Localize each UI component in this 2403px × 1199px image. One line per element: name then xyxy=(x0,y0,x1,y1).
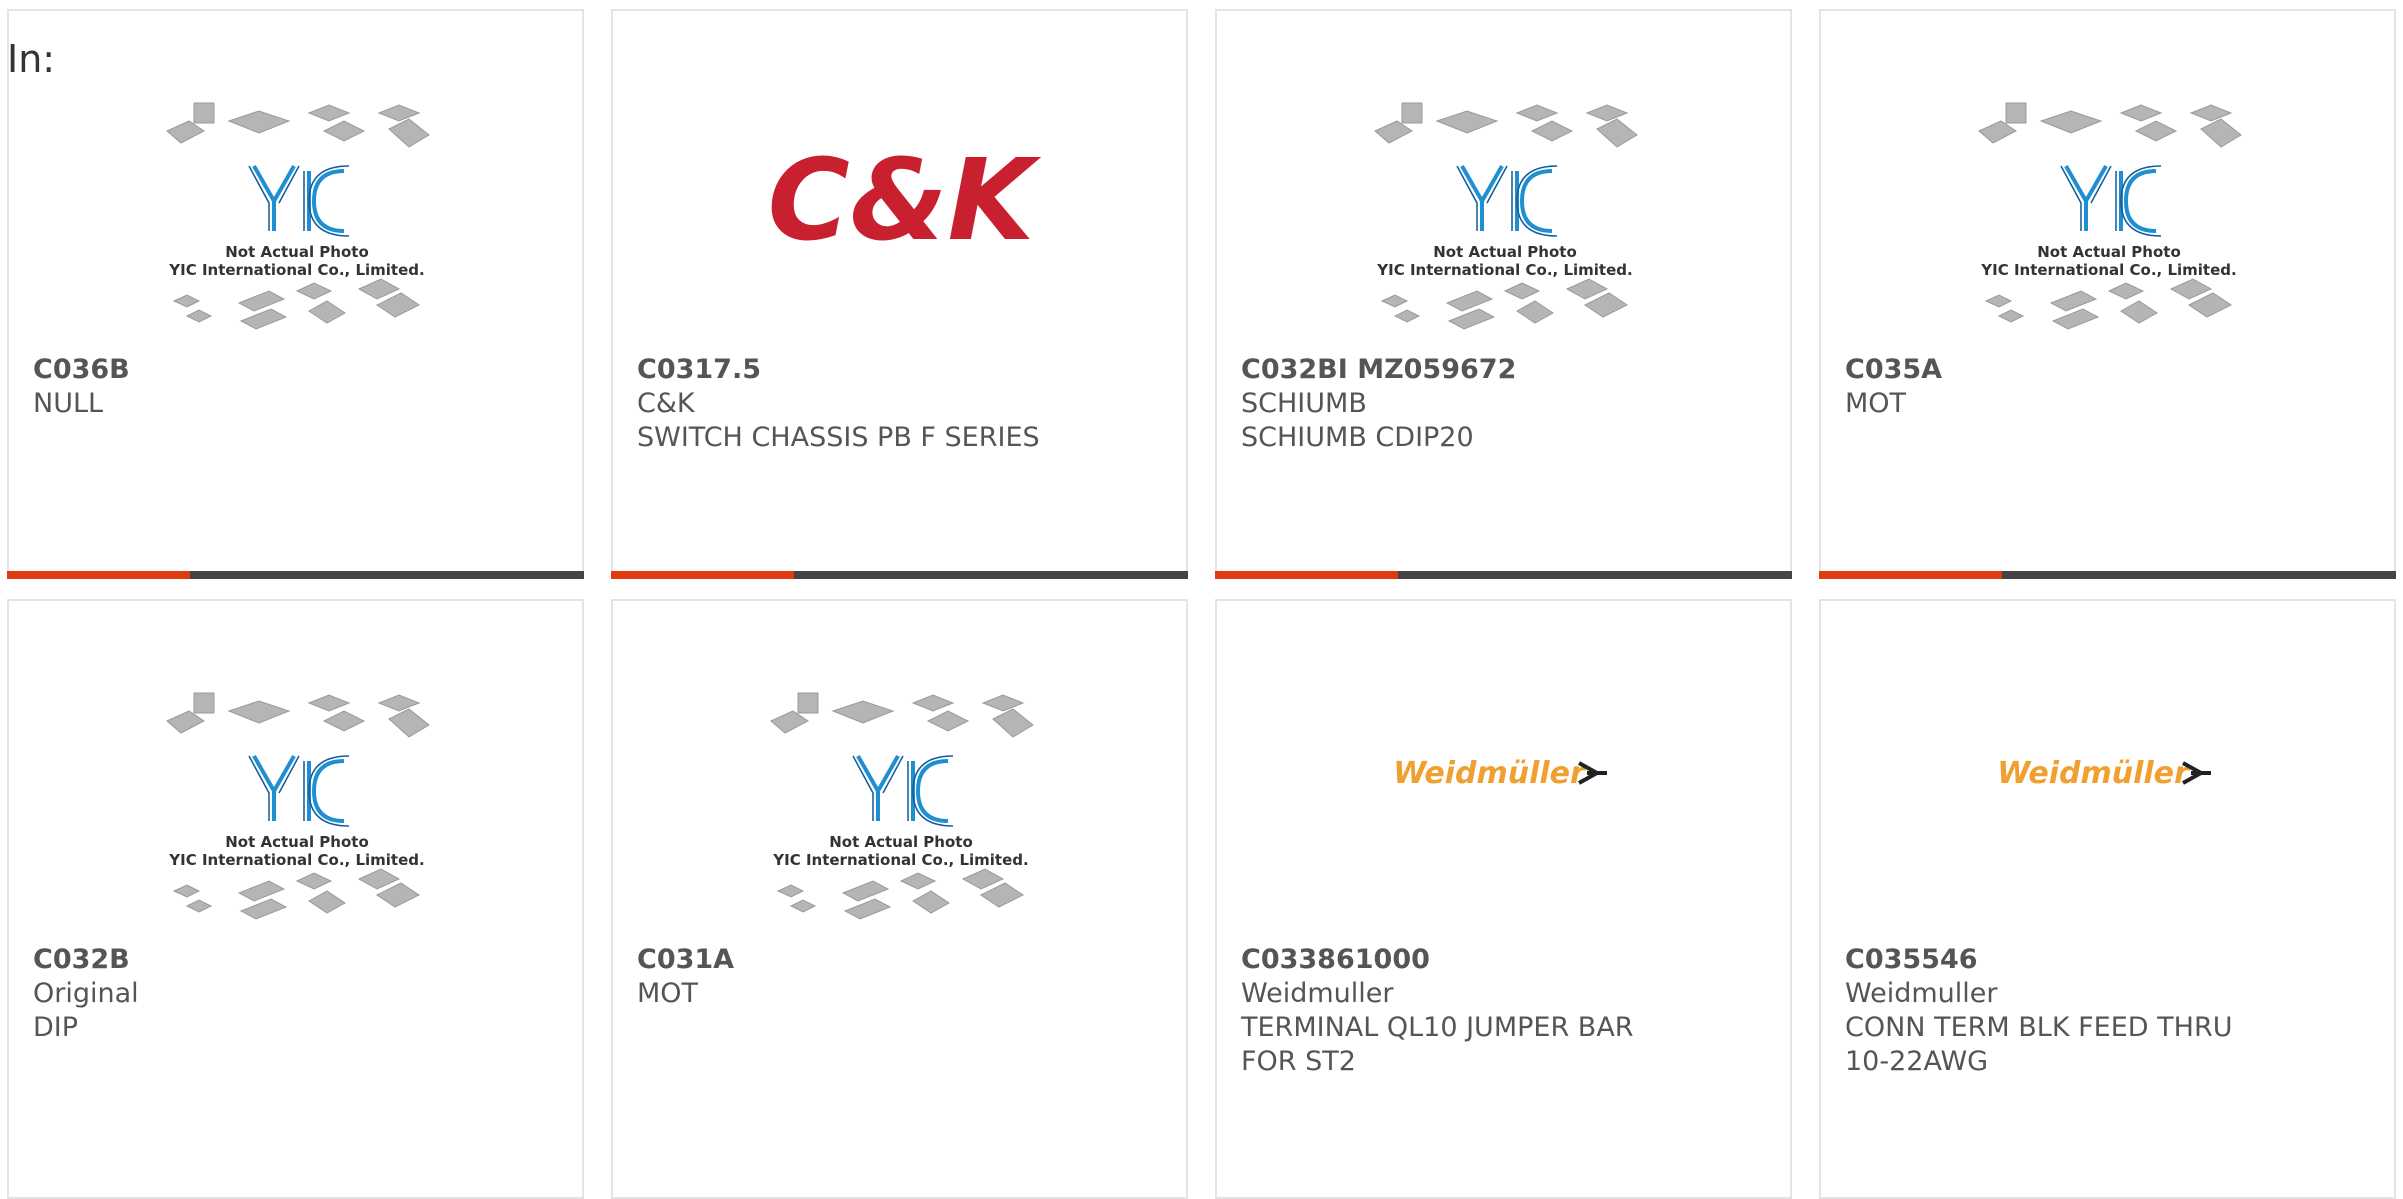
product-card[interactable]: Not Actual Photo YIC International Co., … xyxy=(1819,9,2396,579)
card-bottom-bar xyxy=(1215,571,1792,579)
product-image[interactable]: Not Actual Photo YIC International Co., … xyxy=(1217,91,1794,361)
description: SWITCH CHASSIS PB F SERIES xyxy=(637,422,1040,453)
manufacturer: MOT xyxy=(1845,388,1907,419)
yic-placeholder-image: Not Actual Photo YIC International Co., … xyxy=(770,692,1034,920)
product-image[interactable]: Not Actual Photo YIC International Co., … xyxy=(9,91,586,361)
product-image[interactable]: Not Actual Photo YIC International Co., … xyxy=(613,681,1190,951)
product-info: C0317.5 C&K SWITCH CHASSIS PB F SERIES xyxy=(637,353,1077,455)
part-number[interactable]: C036B xyxy=(33,353,473,387)
ck-logo: C&K xyxy=(768,136,1042,266)
manufacturer: SCHIUMB xyxy=(1241,388,1367,419)
placeholder-line1: Not Actual Photo xyxy=(829,833,973,851)
yic-placeholder-image: Not Actual Photo YIC International Co., … xyxy=(166,102,430,330)
yic-placeholder-image: Not Actual Photo YIC International Co., … xyxy=(1978,102,2242,330)
product-image[interactable]: Weidmüller xyxy=(1217,681,1794,951)
yic-placeholder-image: Not Actual Photo YIC International Co., … xyxy=(1374,102,1638,330)
product-image[interactable]: Weidmüller xyxy=(1821,681,2398,951)
product-card[interactable]: Not Actual Photo YIC International Co., … xyxy=(1215,9,1792,579)
placeholder-line2: YIC International Co., Limited. xyxy=(1980,261,2236,279)
placeholder-line2: YIC International Co., Limited. xyxy=(168,851,424,869)
product-card[interactable]: C&K C0317.5 C&K SWITCH CHASSIS PB F SERI… xyxy=(611,9,1188,579)
product-info: C035546 Weidmuller CONN TERM BLK FEED TH… xyxy=(1845,943,2285,1079)
manufacturer: Weidmuller xyxy=(1845,978,1998,1009)
placeholder-line1: Not Actual Photo xyxy=(225,833,369,851)
product-image[interactable]: C&K xyxy=(613,91,1190,361)
part-number[interactable]: C033861000 xyxy=(1241,943,1681,977)
manufacturer: NULL xyxy=(33,388,104,419)
weidmuller-logo-image: Weidmüller xyxy=(1997,756,2211,791)
card-bottom-bar xyxy=(1819,571,2396,579)
product-image[interactable]: Not Actual Photo YIC International Co., … xyxy=(9,681,586,951)
product-card[interactable]: Weidmüller C035546 Weidmuller CONN TERM … xyxy=(1819,599,2396,1199)
product-info: C032BI MZ059672 SCHIUMB SCHIUMB CDIP20 xyxy=(1241,353,1681,455)
part-number[interactable]: C035546 xyxy=(1845,943,2285,977)
card-accent xyxy=(1819,571,2002,579)
part-number[interactable]: C032B xyxy=(33,943,473,977)
placeholder-line2: YIC International Co., Limited. xyxy=(1376,261,1632,279)
part-number[interactable]: C032BI MZ059672 xyxy=(1241,353,1681,387)
product-card[interactable]: Weidmüller C033861000 Weidmuller TERMINA… xyxy=(1215,599,1792,1199)
manufacturer: MOT xyxy=(637,978,699,1009)
product-grid: Not Actual Photo YIC International Co., … xyxy=(7,9,2402,1199)
card-accent xyxy=(611,571,794,579)
placeholder-line2: YIC International Co., Limited. xyxy=(168,261,424,279)
description: CONN TERM BLK FEED THRU 10-22AWG xyxy=(1845,1012,2233,1077)
weidmuller-logo-image: Weidmüller xyxy=(1393,756,1607,791)
placeholder-line2: YIC International Co., Limited. xyxy=(772,851,1028,869)
weidmuller-logo: Weidmüller xyxy=(1393,756,1587,791)
card-bottom-bar xyxy=(611,571,1188,579)
product-info: C032B Original DIP xyxy=(33,943,473,1045)
manufacturer: Original xyxy=(33,978,139,1009)
product-info: C033861000 Weidmuller TERMINAL QL10 JUMP… xyxy=(1241,943,1681,1079)
placeholder-line1: Not Actual Photo xyxy=(2037,243,2181,261)
part-number[interactable]: C0317.5 xyxy=(637,353,1077,387)
description: TERMINAL QL10 JUMPER BAR FOR ST2 xyxy=(1241,1012,1634,1077)
manufacturer: Weidmuller xyxy=(1241,978,1394,1009)
description: SCHIUMB CDIP20 xyxy=(1241,422,1474,453)
card-accent xyxy=(7,571,190,579)
product-info: C035A MOT xyxy=(1845,353,2285,421)
card-bottom-bar xyxy=(7,571,584,579)
product-info: C036B NULL xyxy=(33,353,473,421)
yic-placeholder-image: Not Actual Photo YIC International Co., … xyxy=(166,692,430,920)
placeholder-line1: Not Actual Photo xyxy=(225,243,369,261)
placeholder-line1: Not Actual Photo xyxy=(1433,243,1577,261)
in-label: In: xyxy=(7,37,56,81)
product-card[interactable]: Not Actual Photo YIC International Co., … xyxy=(7,599,584,1199)
manufacturer: C&K xyxy=(637,388,695,419)
product-image[interactable]: Not Actual Photo YIC International Co., … xyxy=(1821,91,2398,361)
description: DIP xyxy=(33,1012,79,1043)
product-card[interactable]: Not Actual Photo YIC International Co., … xyxy=(611,599,1188,1199)
ck-logo-image: C&K xyxy=(768,136,1042,266)
weidmuller-logo: Weidmüller xyxy=(1997,756,2191,791)
product-card[interactable]: Not Actual Photo YIC International Co., … xyxy=(7,9,584,579)
product-info: C031A MOT xyxy=(637,943,1077,1011)
part-number[interactable]: C035A xyxy=(1845,353,2285,387)
part-number[interactable]: C031A xyxy=(637,943,1077,977)
card-accent xyxy=(1215,571,1398,579)
